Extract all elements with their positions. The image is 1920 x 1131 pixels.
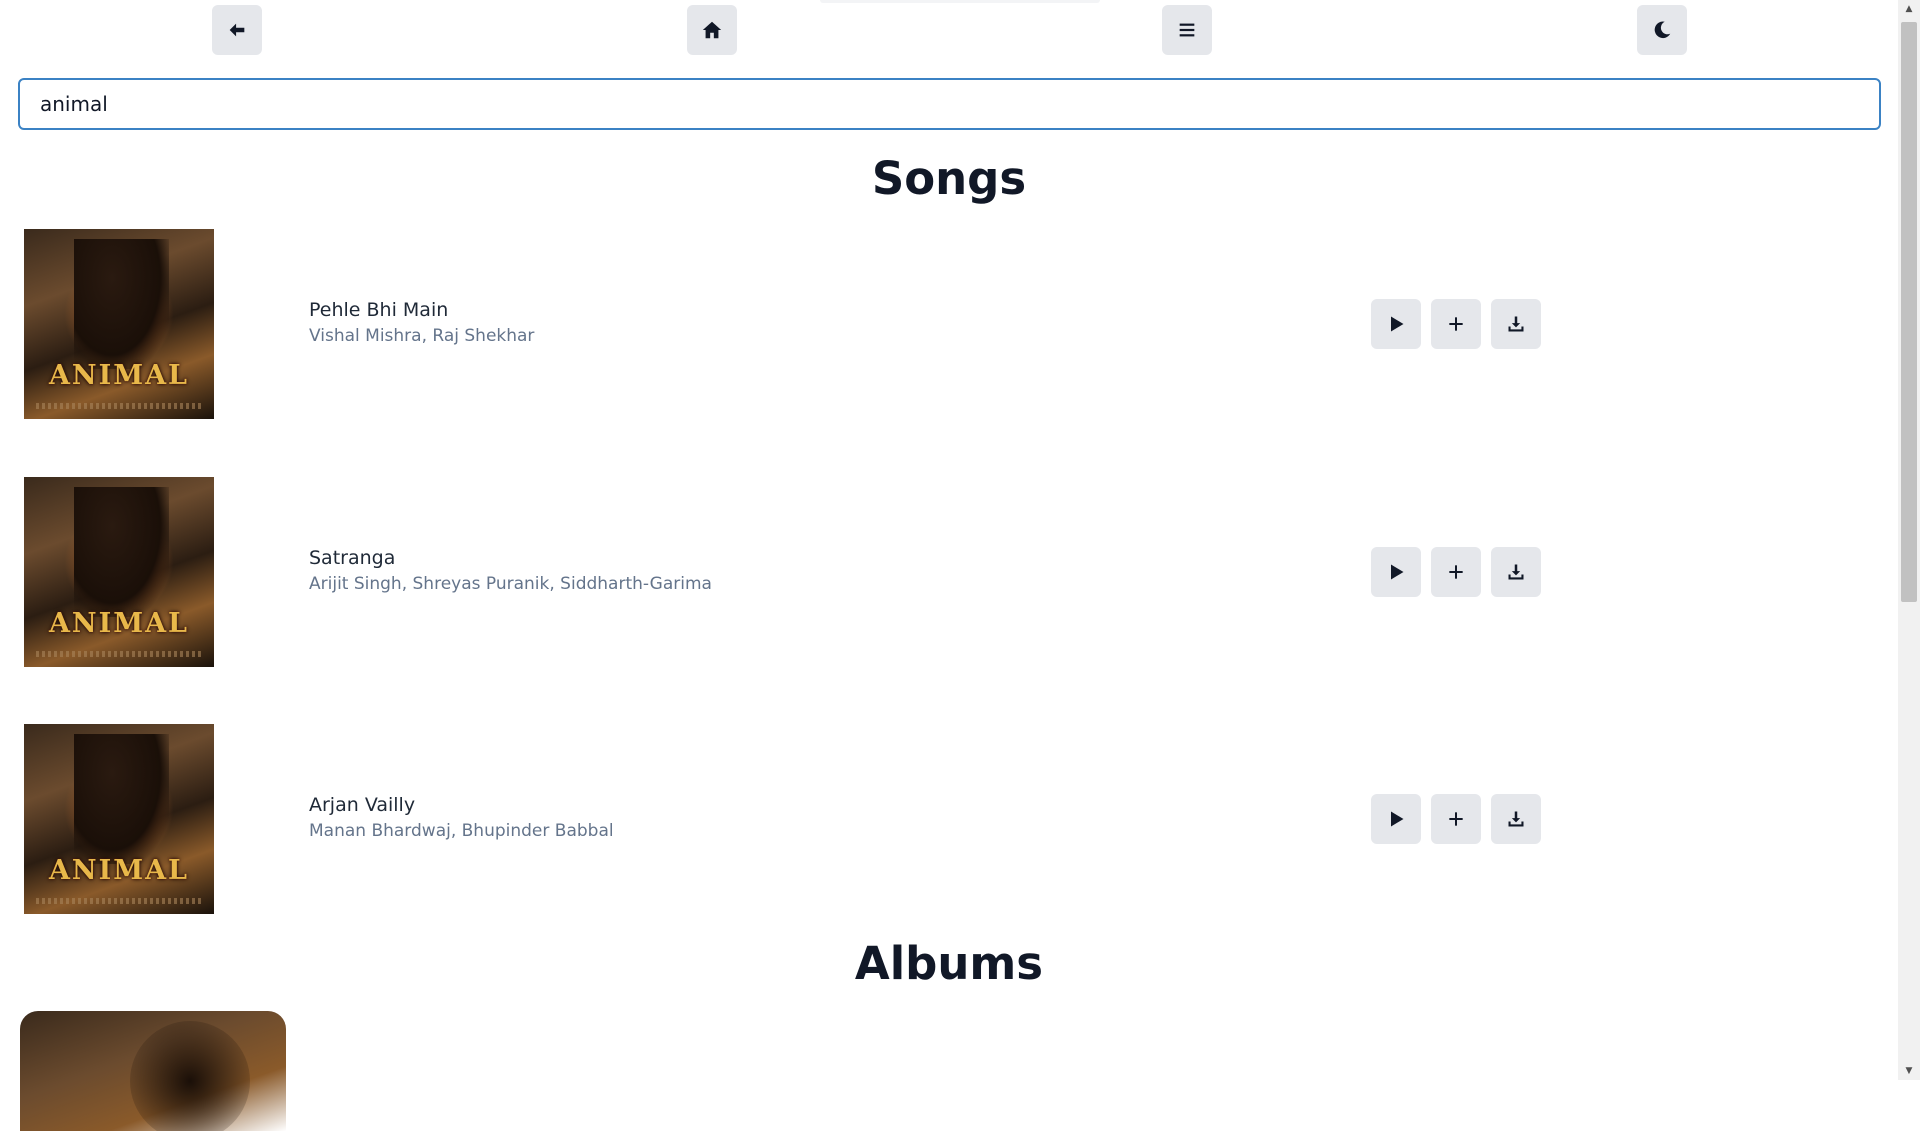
song-row[interactable]: ANIMAL Arjan Vailly Manan Bhardwaj, Bhup…: [24, 724, 1544, 914]
download-icon: [1508, 564, 1524, 580]
search-bar: [18, 78, 1881, 130]
song-title: Arjan Vailly: [309, 794, 416, 816]
cover-logo-text: ANIMAL: [48, 855, 190, 886]
scrollbar[interactable]: ▲ ▼: [1898, 0, 1920, 1080]
song-cover-image: ANIMAL: [24, 229, 214, 419]
top-navigation: [0, 0, 1898, 60]
moon-icon: [1654, 21, 1671, 39]
top-edge-hint: [820, 0, 1100, 3]
song-info: Pehle Bhi Main Vishal Mishra, Raj Shekha…: [309, 297, 534, 349]
song-info: Arjan Vailly Manan Bhardwaj, Bhupinder B…: [309, 792, 614, 844]
scroll-down-icon[interactable]: ▼: [1898, 1062, 1920, 1080]
arrow-left-icon: [229, 23, 245, 37]
song-title: Pehle Bhi Main: [309, 299, 449, 321]
song-cover-image: ANIMAL: [24, 477, 214, 667]
album-cover-image: [130, 1021, 250, 1131]
download-icon: [1508, 316, 1524, 332]
song-actions: [1371, 547, 1541, 597]
song-artists: Vishal Mishra, Raj Shekhar: [309, 326, 535, 346]
add-button[interactable]: [1431, 299, 1481, 349]
song-actions: [1371, 794, 1541, 844]
home-button[interactable]: [687, 5, 737, 55]
song-row[interactable]: ANIMAL Pehle Bhi Main Vishal Mishra, Raj…: [24, 229, 1544, 419]
song-title: Satranga: [309, 547, 396, 569]
download-button[interactable]: [1491, 299, 1541, 349]
song-artists: Arijit Singh, Shreyas Puranik, Siddharth…: [309, 574, 712, 594]
download-button[interactable]: [1491, 547, 1541, 597]
back-button[interactable]: [212, 5, 262, 55]
play-icon: [1391, 811, 1404, 827]
album-card[interactable]: [20, 1011, 286, 1131]
albums-section-title: Albums: [854, 937, 1044, 990]
menu-button[interactable]: [1162, 5, 1212, 55]
add-button[interactable]: [1431, 794, 1481, 844]
search-input[interactable]: [18, 78, 1881, 130]
theme-toggle-button[interactable]: [1637, 5, 1687, 55]
plus-icon: [1449, 812, 1463, 826]
song-row[interactable]: ANIMAL Satranga Arijit Singh, Shreyas Pu…: [24, 477, 1544, 667]
scroll-thumb[interactable]: [1901, 22, 1917, 602]
cover-logo-text: ANIMAL: [48, 360, 190, 391]
song-actions: [1371, 299, 1541, 349]
song-cover-image: ANIMAL: [24, 724, 214, 914]
plus-icon: [1449, 565, 1463, 579]
download-button[interactable]: [1491, 794, 1541, 844]
scroll-up-icon[interactable]: ▲: [1898, 0, 1920, 18]
play-button[interactable]: [1371, 299, 1421, 349]
song-artists: Manan Bhardwaj, Bhupinder Babbal: [309, 821, 614, 841]
menu-icon: [1179, 23, 1195, 37]
add-button[interactable]: [1431, 547, 1481, 597]
plus-icon: [1449, 317, 1463, 331]
play-button[interactable]: [1371, 547, 1421, 597]
play-icon: [1391, 564, 1404, 580]
song-info: Satranga Arijit Singh, Shreyas Puranik, …: [309, 545, 712, 597]
download-icon: [1508, 811, 1524, 827]
cover-logo-text: ANIMAL: [48, 608, 190, 639]
home-icon: [702, 21, 722, 39]
songs-section-title: Songs: [871, 152, 1027, 205]
play-button[interactable]: [1371, 794, 1421, 844]
play-icon: [1391, 316, 1404, 332]
